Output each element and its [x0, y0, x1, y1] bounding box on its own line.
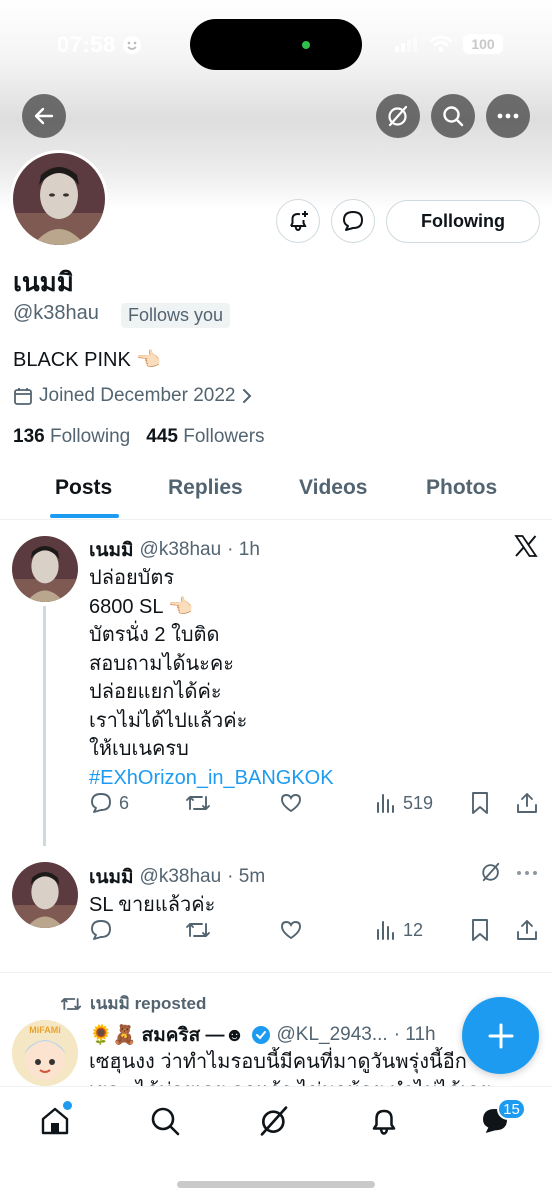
- post-header: เนมมิ @k38hau · 1h: [89, 539, 260, 561]
- wifi-icon: [429, 35, 453, 52]
- tab-replies[interactable]: Replies: [168, 476, 243, 500]
- profile-avatar[interactable]: [10, 150, 108, 248]
- active-tab-indicator: [50, 514, 119, 518]
- bookmark-button[interactable]: [469, 791, 491, 815]
- search-icon: [443, 106, 464, 127]
- status-indicators: 100: [395, 34, 503, 54]
- nav-search[interactable]: [149, 1105, 181, 1137]
- grok-icon: [260, 1106, 288, 1136]
- bookmark-button[interactable]: [469, 918, 491, 942]
- notifications-toggle-button[interactable]: [276, 199, 320, 243]
- heart-icon: [281, 921, 301, 940]
- bar-chart-icon: [377, 794, 394, 813]
- reply-icon: [91, 920, 111, 940]
- profile-bio: BLACK PINK 👈🏻: [13, 349, 162, 371]
- plus-icon: [488, 1023, 513, 1048]
- thread-line: [43, 606, 46, 846]
- share-icon: [517, 793, 537, 813]
- grok-button[interactable]: [376, 94, 420, 138]
- like-button[interactable]: [279, 791, 303, 815]
- camera-indicator: [302, 41, 310, 49]
- repost-icon: [186, 796, 210, 810]
- compose-post-button[interactable]: [462, 997, 539, 1074]
- share-button[interactable]: [515, 918, 539, 942]
- nav-home[interactable]: [39, 1101, 72, 1137]
- tab-posts[interactable]: Posts: [55, 476, 112, 500]
- back-button[interactable]: [22, 94, 66, 138]
- post-divider: [0, 972, 552, 973]
- followers-count-link[interactable]: 445 Followers: [146, 426, 264, 448]
- focus-mode-icon: [122, 36, 141, 54]
- nav-notifications[interactable]: [368, 1105, 400, 1137]
- repost-button[interactable]: [185, 918, 211, 942]
- grok-icon: [388, 105, 408, 127]
- reply-button[interactable]: [89, 918, 113, 942]
- bell-icon: [372, 1109, 396, 1135]
- home-indicator: [177, 1181, 375, 1188]
- views-button[interactable]: 519: [375, 792, 433, 814]
- post-avatar[interactable]: [12, 862, 78, 928]
- repost-button[interactable]: [185, 791, 211, 815]
- more-options-button[interactable]: [486, 94, 530, 138]
- profile-name: เนมมิ: [13, 267, 74, 297]
- post-more-button[interactable]: [516, 870, 538, 876]
- bookmark-icon: [472, 792, 488, 814]
- nav-grok[interactable]: [258, 1105, 290, 1137]
- post-text: ปล่อยบัตร 6800 SL 👈🏻 บัตรนั่ง 2 ใบติด สอ…: [89, 564, 334, 792]
- heart-icon: [281, 794, 301, 813]
- reply-button[interactable]: 6: [89, 791, 129, 815]
- share-button[interactable]: [515, 791, 539, 815]
- joined-date[interactable]: Joined December 2022: [13, 385, 253, 407]
- views-button[interactable]: 12: [375, 919, 423, 941]
- verified-badge-icon: [251, 1026, 270, 1044]
- cellular-signal-icon: [395, 37, 417, 52]
- like-button[interactable]: [279, 918, 303, 942]
- battery-indicator: 100: [463, 34, 503, 54]
- following-count-link[interactable]: 136 Following: [13, 426, 130, 448]
- messages-badge: 15: [497, 1098, 526, 1120]
- following-button[interactable]: Following: [386, 200, 540, 243]
- grok-post-button[interactable]: [480, 861, 502, 883]
- follows-you-badge: Follows you: [121, 303, 231, 328]
- repost-avatar[interactable]: MiFAMi: [12, 1020, 78, 1086]
- chevron-right-icon: [243, 389, 252, 403]
- bar-chart-icon: [377, 921, 394, 940]
- more-dots-icon: [497, 113, 519, 119]
- grok-icon: [482, 862, 500, 882]
- bell-plus-icon: [290, 211, 308, 232]
- search-button[interactable]: [431, 94, 475, 138]
- status-time: 07:58: [57, 32, 142, 58]
- avatar-photo: [13, 153, 105, 245]
- profile-handle: @k38hau: [13, 302, 99, 324]
- arrow-left-icon: [34, 107, 54, 125]
- tab-videos[interactable]: Videos: [299, 476, 367, 500]
- hashtag-link[interactable]: #EXhOrizon_in_BANGKOK: [89, 764, 334, 793]
- post-avatar[interactable]: [12, 536, 78, 602]
- reply-icon: [91, 793, 111, 813]
- repost-header: 🌻🧸 สมคริส —☻ @KL_2943... · 11h: [89, 1024, 436, 1046]
- avatar-photo: [12, 536, 78, 602]
- repost-icon: [186, 923, 210, 937]
- post-header: เนมมิ @k38hau · 5m: [89, 866, 266, 888]
- repost-text: เซฮุนงง ว่าทำไมรอบนี้มีคนที่มาดูวันพรุ่ง…: [89, 1051, 491, 1086]
- search-icon: [151, 1107, 180, 1136]
- chat-bubble-icon: [343, 211, 363, 231]
- tab-photos[interactable]: Photos: [426, 476, 497, 500]
- new-content-dot: [63, 1101, 72, 1110]
- profile-tabs: Posts Replies Videos Photos: [0, 466, 552, 520]
- svg-text:MiFAMi: MiFAMi: [29, 1025, 61, 1035]
- bookmark-icon: [472, 919, 488, 941]
- share-icon: [517, 920, 537, 940]
- cartoon-avatar: MiFAMi: [12, 1020, 78, 1086]
- avatar-photo: [12, 862, 78, 928]
- calendar-icon: [14, 388, 32, 405]
- more-dots-icon: [517, 871, 537, 875]
- dynamic-island: [190, 19, 362, 70]
- follow-counts: 136 Following 445 Followers: [13, 426, 265, 448]
- post-text: SL ขายแล้วค่ะ: [89, 894, 216, 916]
- message-button[interactable]: [331, 199, 375, 243]
- x-logo-icon: [514, 534, 538, 558]
